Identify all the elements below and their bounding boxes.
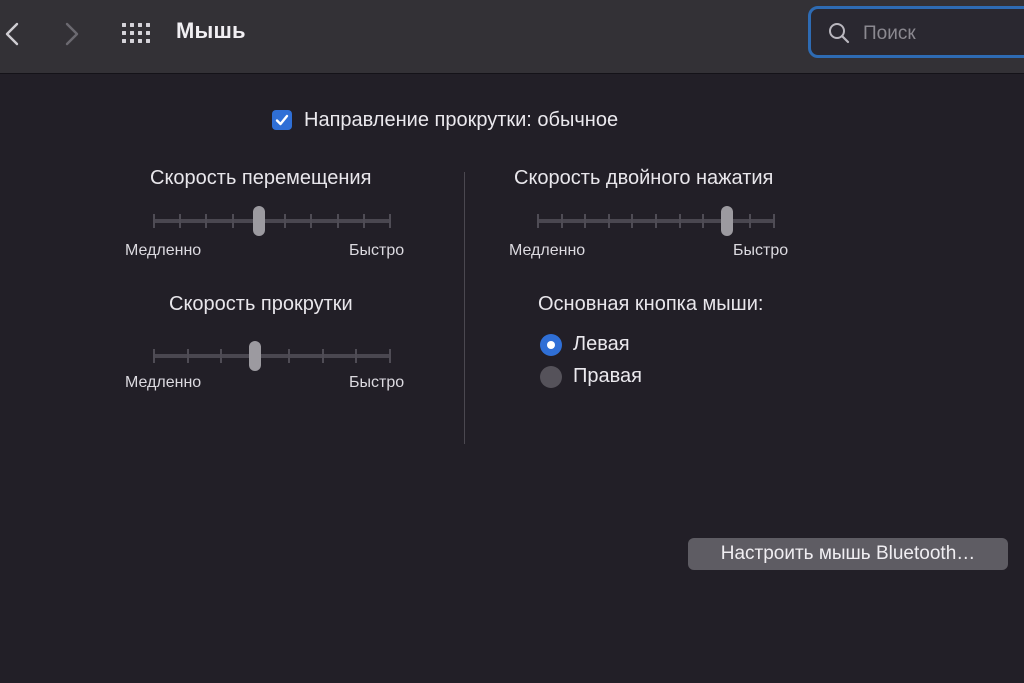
slider-tick <box>560 214 563 228</box>
slider-thumb[interactable] <box>249 341 262 371</box>
magnifier-icon <box>829 23 850 44</box>
radio-left-button[interactable] <box>540 333 562 356</box>
forward-button[interactable] <box>58 20 86 48</box>
radio-dot <box>547 340 555 349</box>
tracking-speed-title: Скорость перемещения <box>150 167 372 189</box>
show-all-button[interactable] <box>121 22 153 44</box>
tracking-speed-min-label: Медленно <box>125 242 202 259</box>
grid-icon <box>122 23 150 43</box>
checkmark-icon <box>275 114 289 126</box>
slider-tick <box>678 214 681 228</box>
back-button[interactable] <box>0 20 28 48</box>
slider-tick <box>287 349 290 363</box>
slider-tick <box>702 214 705 228</box>
radio-left-label: Левая <box>573 333 630 355</box>
slider-tick <box>362 214 365 228</box>
radio-left[interactable]: Левая <box>540 333 630 356</box>
toolbar: Мышь <box>0 0 1024 74</box>
slider-tick <box>655 214 657 228</box>
scroll-direction-row[interactable]: Направление прокрутки: обычное <box>272 108 618 132</box>
double-click-speed-min-label: Медленно <box>509 242 586 259</box>
scroll-speed-min-label: Медленно <box>125 374 202 391</box>
slider-tick <box>310 214 313 228</box>
scroll-direction-checkbox[interactable] <box>272 110 292 130</box>
slider-tick <box>205 214 208 228</box>
slider-tick <box>284 214 287 228</box>
tracking-speed-slider[interactable] <box>153 206 391 236</box>
column-divider <box>464 172 465 444</box>
slider-tick <box>773 214 775 228</box>
double-click-speed-slider[interactable] <box>537 206 775 236</box>
slider-tick <box>749 214 752 228</box>
radio-right[interactable]: Правая <box>540 365 642 388</box>
slider-thumb[interactable] <box>720 206 733 236</box>
chevron-right-icon <box>65 22 79 46</box>
search-field[interactable] <box>808 6 1024 58</box>
slider-tick <box>584 214 587 228</box>
scroll-direction-label: Направление прокрутки: обычное <box>304 108 619 131</box>
slider-track <box>153 219 391 223</box>
slider-tick <box>220 349 223 363</box>
slider-tick <box>231 214 234 228</box>
chevron-left-icon <box>5 22 19 46</box>
scroll-speed-slider[interactable] <box>153 341 391 371</box>
scroll-speed-title: Скорость прокрутки <box>169 293 353 315</box>
slider-tick <box>321 349 324 363</box>
slider-tick <box>631 214 634 228</box>
radio-right-button[interactable] <box>540 365 562 388</box>
slider-tick <box>355 349 358 363</box>
scroll-speed-max-label: Быстро <box>349 374 405 391</box>
setup-bluetooth-mouse-button[interactable]: Настроить мышь Bluetooth… <box>688 538 1008 570</box>
slider-tick <box>179 214 182 228</box>
tracking-speed-max-label: Быстро <box>349 242 405 259</box>
slider-tick <box>389 214 391 228</box>
primary-button-title: Основная кнопка мыши: <box>538 293 764 315</box>
slider-tick <box>336 214 339 228</box>
search-input[interactable] <box>861 19 1024 49</box>
slider-tick <box>389 349 391 363</box>
double-click-speed-max-label: Быстро <box>733 242 789 259</box>
slider-thumb[interactable] <box>252 206 265 236</box>
double-click-speed-title: Скорость двойного нажатия <box>514 167 774 189</box>
slider-tick <box>153 214 155 228</box>
page-title: Мышь <box>176 18 246 43</box>
slider-tick <box>537 214 539 228</box>
radio-right-label: Правая <box>573 365 642 387</box>
slider-tick <box>607 214 610 228</box>
slider-tick <box>186 349 189 363</box>
slider-tick <box>153 349 155 363</box>
